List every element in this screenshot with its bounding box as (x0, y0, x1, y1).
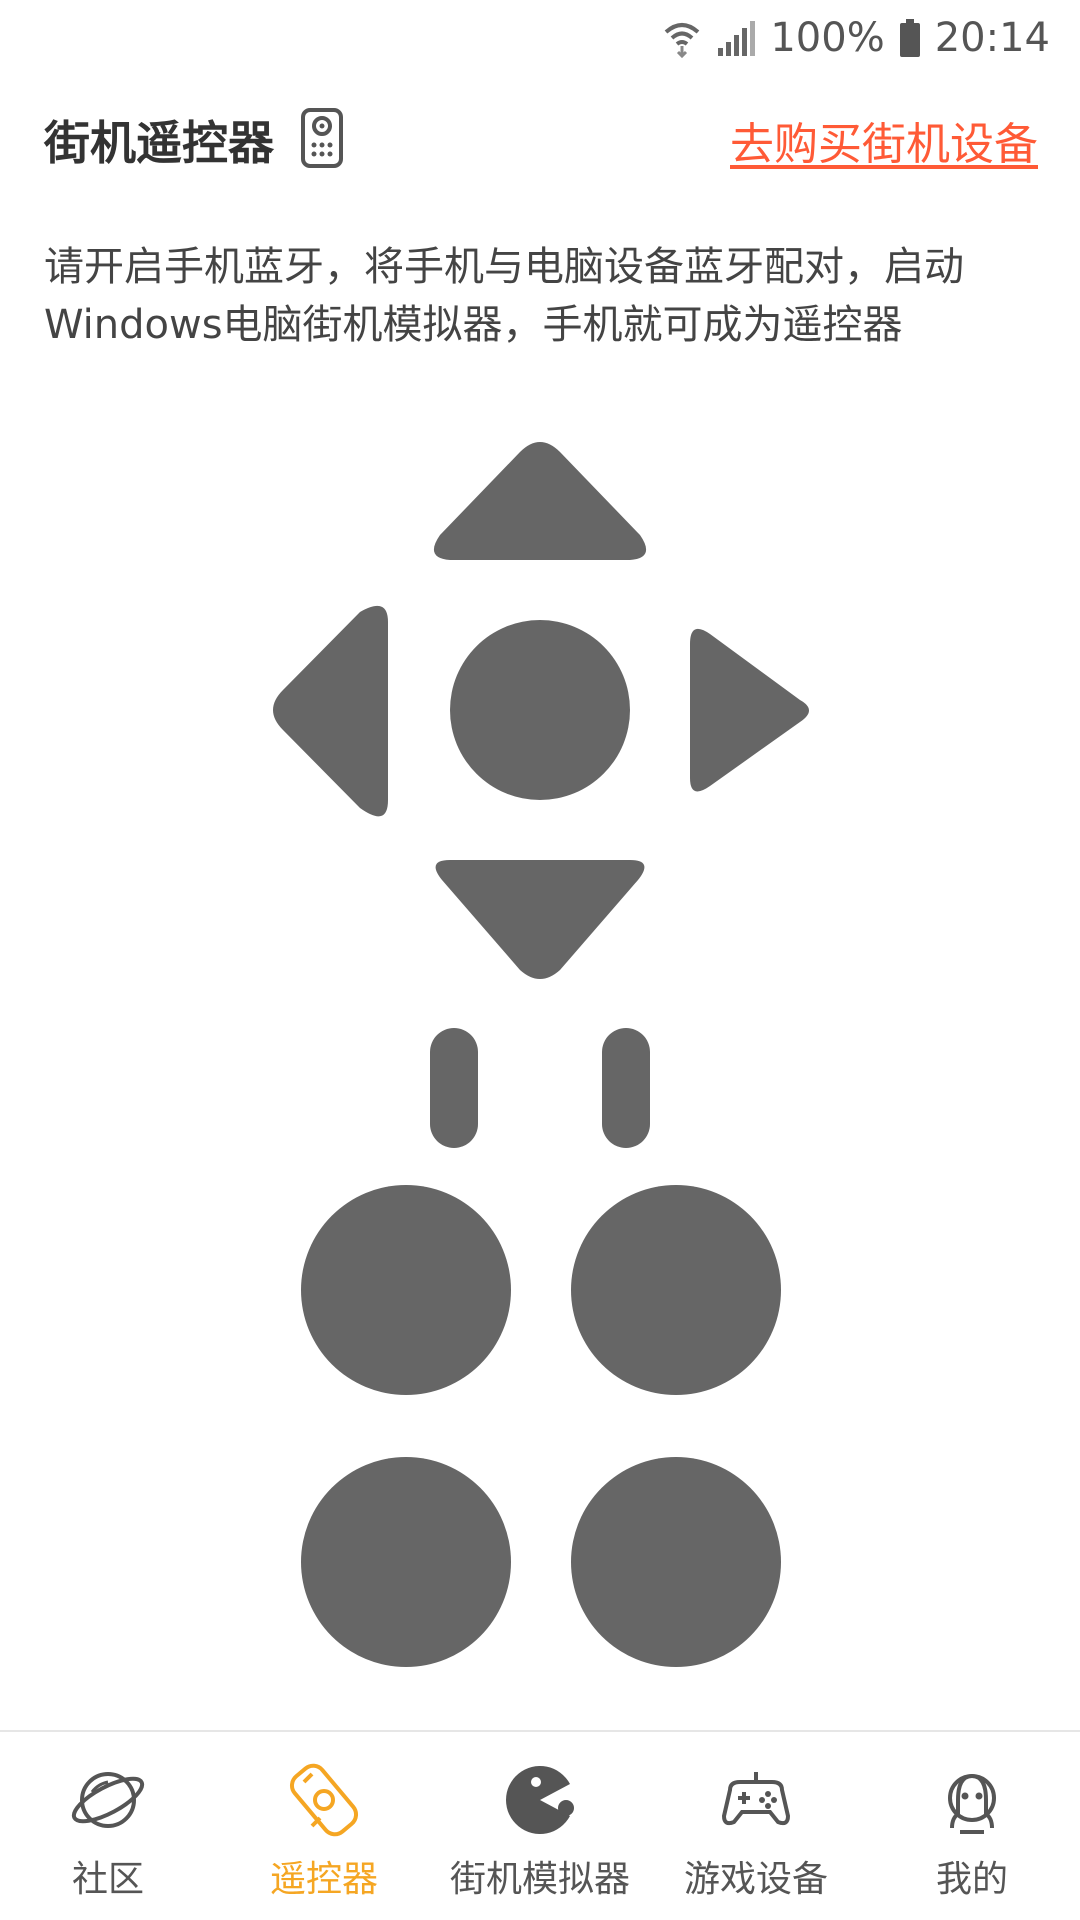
nav-label: 我的 (935, 1859, 1008, 1900)
wifi-icon (662, 18, 702, 58)
nav-item-mine[interactable]: 我的 (864, 1758, 1080, 1902)
dpad-center-button[interactable] (450, 620, 630, 800)
nav-item-arcade-emulator[interactable]: 街机模拟器 (432, 1758, 648, 1902)
action-button-2[interactable] (571, 1185, 781, 1395)
nav-label: 遥控器 (269, 1859, 378, 1900)
start-button[interactable] (602, 1028, 650, 1148)
pacman-icon (498, 1758, 582, 1842)
clock: 20:14 (934, 15, 1050, 61)
dpad-down-button[interactable] (435, 860, 645, 979)
gamepad-icon (714, 1758, 798, 1842)
nav-label: 游戏设备 (683, 1859, 828, 1900)
nav-label: 街机模拟器 (449, 1859, 630, 1900)
remote-control-icon (282, 1758, 366, 1842)
signal-icon (716, 18, 756, 58)
nav-item-game-devices[interactable]: 游戏设备 (648, 1758, 864, 1902)
nav-label: 社区 (71, 1859, 144, 1900)
title-group: 街机遥控器 (44, 107, 344, 173)
instructions-text: 请开启手机蓝牙，将手机与电脑设备蓝牙配对，启动Windows电脑街机模拟器，手机… (44, 244, 964, 348)
nav-item-remote[interactable]: 遥控器 (216, 1758, 432, 1902)
battery-percent: 100% (770, 15, 885, 61)
planet-icon (66, 1758, 150, 1842)
buy-arcade-device-link[interactable]: 去购买街机设备 (730, 108, 1038, 172)
select-button[interactable] (430, 1028, 478, 1148)
action-button-4[interactable] (571, 1457, 781, 1667)
action-button-1[interactable] (301, 1185, 511, 1395)
battery-icon (899, 18, 921, 58)
profile-icon (930, 1758, 1014, 1842)
remote-icon (300, 107, 344, 173)
dpad-left-button[interactable] (273, 605, 388, 817)
header: 街机遥控器 去购买街机设备 (44, 100, 1038, 180)
bottom-nav: 社区 遥控器 街机模拟器 游戏设备 我的 (0, 1730, 1080, 1920)
nav-item-community[interactable]: 社区 (0, 1758, 216, 1902)
action-button-3[interactable] (301, 1457, 511, 1667)
dpad-right-button[interactable] (690, 628, 809, 792)
status-bar: 100% 20:14 (0, 0, 1080, 76)
page-title: 街机遥控器 (44, 116, 274, 170)
dpad-up-button[interactable] (433, 442, 647, 560)
